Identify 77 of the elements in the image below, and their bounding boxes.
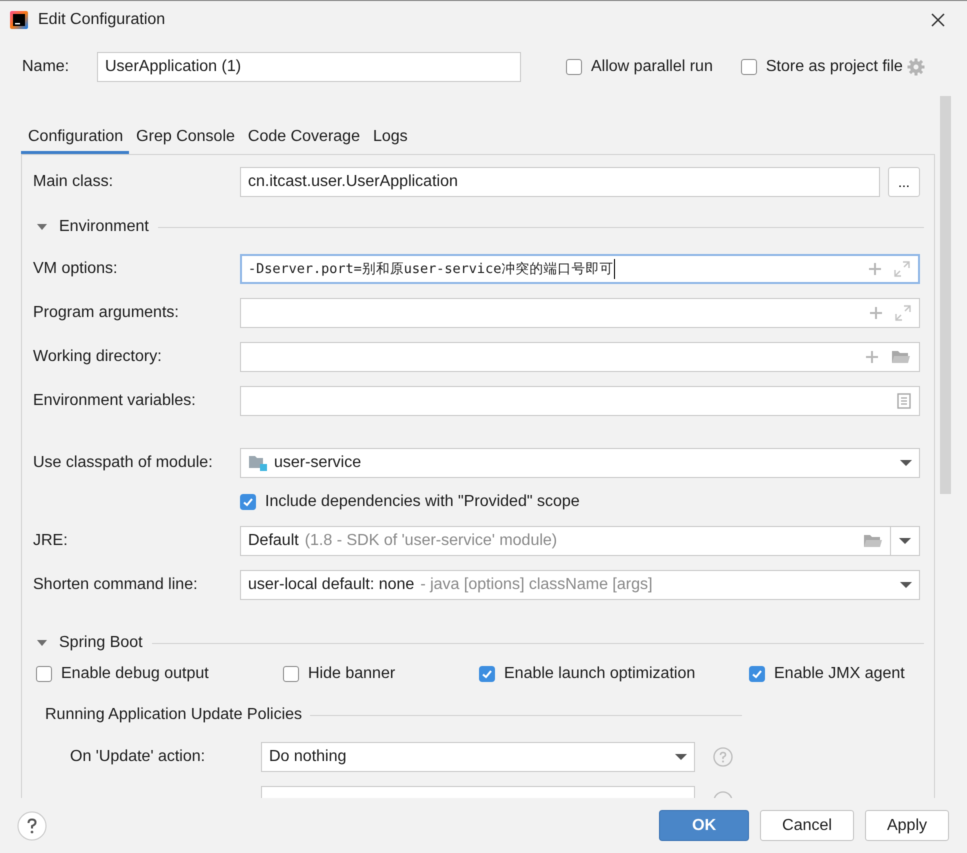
field-label: Environment variables: <box>33 392 197 410</box>
dropdown-value: Do nothing <box>269 748 346 766</box>
plus-icon[interactable] <box>865 350 879 364</box>
policy-dropdown[interactable]: Do nothing <box>261 742 695 772</box>
module-dropdown[interactable]: user-service <box>240 448 920 478</box>
ok-button[interactable]: OK <box>659 810 750 841</box>
settings-icon[interactable] <box>906 58 925 76</box>
jre-value: Default <box>248 532 299 550</box>
scrollbar[interactable] <box>940 96 951 494</box>
text-field[interactable] <box>240 298 920 328</box>
field-label: Main class: <box>33 173 114 191</box>
main-class-field[interactable]: cn.itcast.user.UserApplication <box>240 167 880 197</box>
checkbox-label: Store as project file <box>766 58 903 76</box>
jre-field[interactable]: Default (1.8 - SDK of 'user-service' module) <box>240 526 890 556</box>
dropdown-value: user-local default: none <box>248 576 414 594</box>
expand-icon[interactable] <box>894 261 910 277</box>
collapse-arrow-icon[interactable] <box>37 222 47 232</box>
module-icon <box>248 455 268 471</box>
checkbox-label: Enable JMX agent <box>774 665 905 683</box>
checkbox[interactable] <box>240 494 256 510</box>
field-label: Program arguments: <box>33 304 180 322</box>
checkbox[interactable] <box>749 666 765 682</box>
checkbox[interactable] <box>479 666 495 682</box>
field-label: Working directory: <box>33 348 163 366</box>
dropdown-arrow-icon <box>900 459 912 467</box>
jre-hint: (1.8 - SDK of 'user-service' module) <box>304 532 558 550</box>
checkbox-label: Include dependencies with "Provided" scope <box>265 493 580 511</box>
help-icon[interactable] <box>17 810 47 840</box>
checkbox[interactable] <box>283 666 299 682</box>
document-icon[interactable] <box>897 393 911 409</box>
dropdown-arrow-icon <box>675 753 687 761</box>
name-label: Name: <box>22 58 70 76</box>
check-icon <box>242 496 254 508</box>
tab[interactable]: Configuration <box>21 119 130 154</box>
browse-button[interactable]: ... <box>888 167 920 197</box>
tab[interactable]: Grep Console <box>129 119 241 154</box>
dialog-button[interactable]: Apply <box>864 810 949 841</box>
group-title: Running Application Update Policies <box>45 706 302 724</box>
tab[interactable]: Code Coverage <box>240 119 366 154</box>
dropdown-value: user-service <box>274 454 362 472</box>
text-field[interactable]: -Dserver.port=别和原user-service冲突的端口号即可 <box>240 254 920 284</box>
name-field[interactable]: UserApplication (1) <box>97 52 521 82</box>
dropdown-arrow-icon <box>900 581 912 589</box>
field-label: JRE: <box>33 532 69 550</box>
check-icon <box>481 668 493 680</box>
plus-icon[interactable] <box>869 306 883 320</box>
field-label: Use classpath of module: <box>33 454 214 472</box>
checkbox-label: Enable debug output <box>61 665 209 683</box>
checkbox-label: Enable launch optimization <box>504 665 696 683</box>
dropdown-button[interactable] <box>890 526 920 556</box>
checkbox-label: Hide banner <box>308 665 396 683</box>
checkbox[interactable] <box>36 666 52 682</box>
dropdown-arrow-icon <box>899 537 911 545</box>
dropdown-hint: - java [options] className [args] <box>420 576 652 594</box>
check-icon <box>751 668 763 680</box>
expand-icon[interactable] <box>895 305 911 321</box>
text-field[interactable] <box>240 386 920 416</box>
shorten-dropdown[interactable]: user-local default: none - java [options] className [args] <box>240 570 920 600</box>
dialog-button[interactable]: Cancel <box>760 810 854 841</box>
checkbox-label: Allow parallel run <box>591 58 713 76</box>
app-icon <box>10 10 28 28</box>
text-field[interactable] <box>240 342 920 372</box>
section-title: Spring Boot <box>59 634 143 652</box>
checkbox[interactable] <box>740 59 757 75</box>
field-label: On 'Update' action: <box>70 748 206 766</box>
checkbox[interactable] <box>566 59 582 75</box>
field-label: Shorten command line: <box>33 576 199 594</box>
folder-icon[interactable] <box>891 349 911 365</box>
plus-icon[interactable] <box>868 262 882 276</box>
section-title: Environment <box>59 218 149 236</box>
field-label: VM options: <box>33 260 118 278</box>
folder-icon[interactable] <box>863 533 883 549</box>
tab[interactable]: Logs <box>366 119 414 154</box>
close-icon[interactable] <box>931 12 945 26</box>
window-title: Edit Configuration <box>38 10 166 28</box>
collapse-arrow-icon[interactable] <box>37 638 47 648</box>
field-value: -Dserver.port=别和原user-service冲突的端口号即可 <box>248 260 614 278</box>
